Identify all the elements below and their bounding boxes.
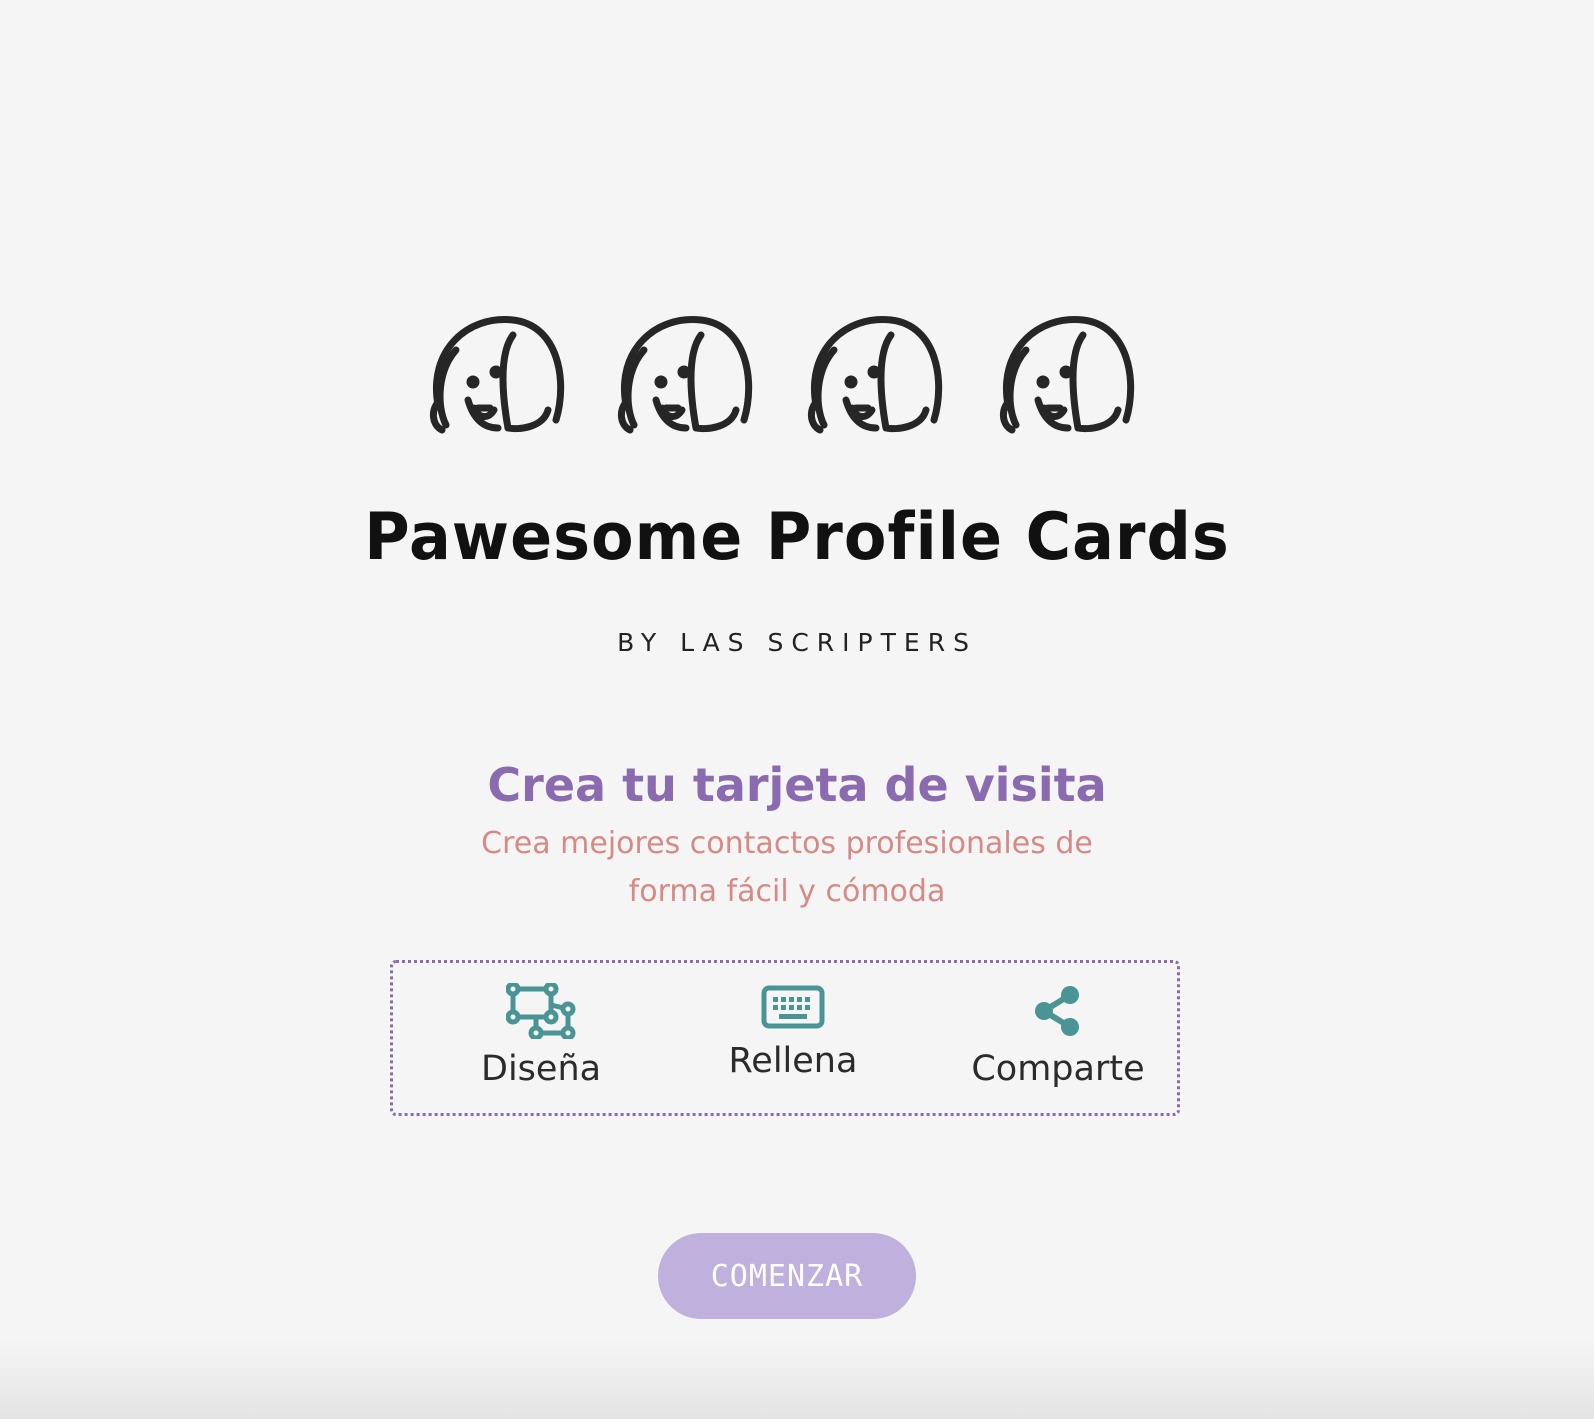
page-subtitle: Crea mejores contactos profesionales de … xyxy=(481,826,1093,909)
start-button[interactable]: COMENZAR xyxy=(658,1233,916,1319)
step-design-label: Diseña xyxy=(481,1049,602,1089)
dog-face-icon xyxy=(430,316,565,434)
step-share: Comparte xyxy=(968,983,1148,1089)
share-icon xyxy=(1035,986,1079,1036)
keyboard-icon xyxy=(761,985,825,1029)
step-share-label: Comparte xyxy=(971,1049,1145,1089)
step-design: Diseña xyxy=(481,983,601,1089)
design-shapes-icon xyxy=(506,983,576,1039)
logo-title: Pawesome Profile Cards xyxy=(364,498,1230,575)
dog-face-icon xyxy=(618,316,753,434)
steps-panel: Diseña Rellena Comparte xyxy=(390,960,1180,1116)
logo-dogs xyxy=(418,310,1148,450)
bottom-shadow xyxy=(0,1339,1594,1419)
dog-face-icon xyxy=(1000,316,1135,434)
step-fill-label: Rellena xyxy=(728,1041,858,1081)
step-fill: Rellena xyxy=(723,983,863,1081)
page-title: Crea tu tarjeta de visita xyxy=(487,758,1107,812)
logo-byline: BY LAS SCRIPTERS xyxy=(617,628,977,657)
dog-face-icon xyxy=(808,316,943,434)
